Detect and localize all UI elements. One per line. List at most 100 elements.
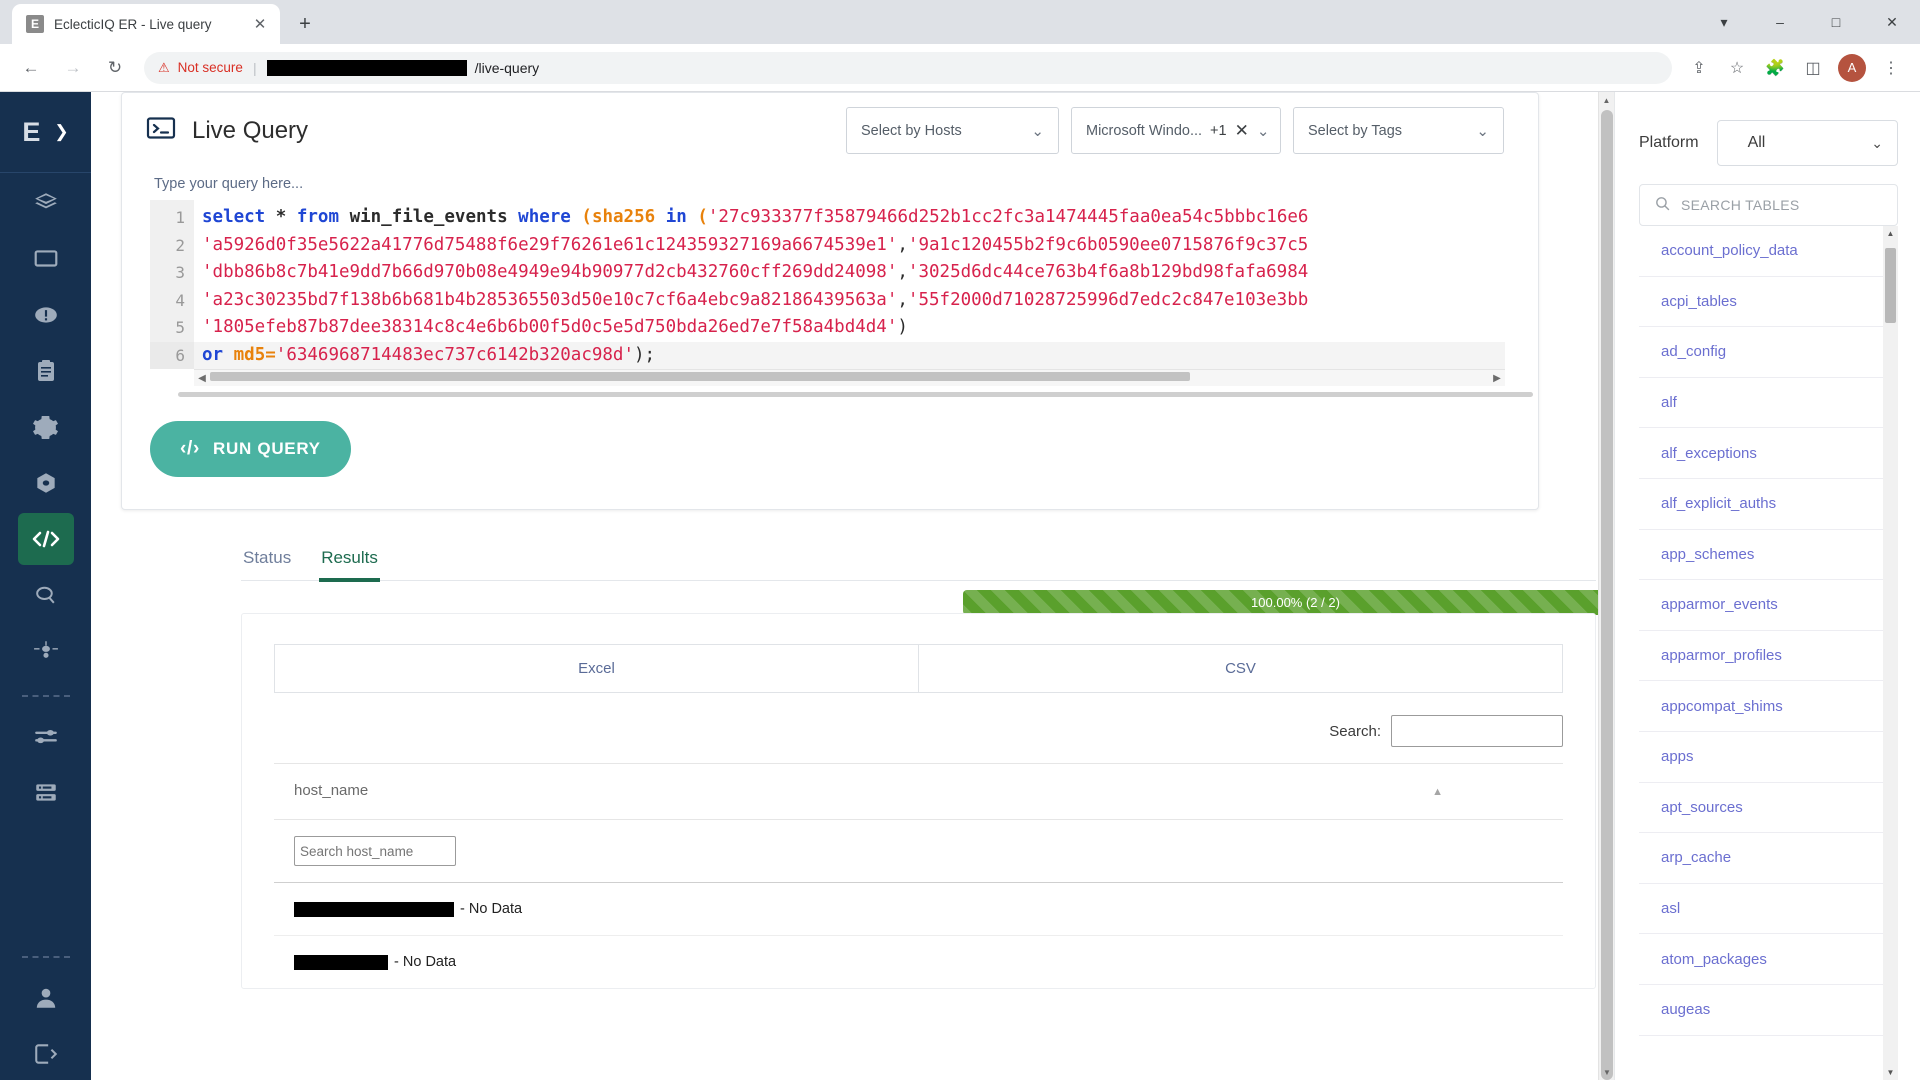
live-query-panel: Live Query Select by Hosts ⌄ Microsoft W…: [121, 92, 1539, 510]
results-search-input[interactable]: [1391, 715, 1563, 747]
chevron-down-icon[interactable]: ⌄: [1257, 122, 1270, 140]
sidebar-item-settings[interactable]: [18, 401, 74, 453]
redacted-host-name: [294, 955, 388, 970]
run-query-button[interactable]: ‹/› RUN QUERY: [150, 421, 351, 477]
sidebar-item-logout[interactable]: [18, 1028, 74, 1080]
query-code[interactable]: select * from win_file_events where (sha…: [194, 200, 1505, 369]
table-body: - No Data - No Data: [274, 883, 1563, 989]
sidebar-item-search[interactable]: [18, 569, 74, 621]
tab-results[interactable]: Results: [319, 540, 380, 580]
table-list-item[interactable]: apps: [1639, 732, 1898, 783]
sidebar-item-nodes[interactable]: [18, 625, 74, 677]
column-header-host-name[interactable]: host_name ▲: [274, 764, 1563, 820]
scroll-down-icon[interactable]: ▼: [1599, 1064, 1614, 1080]
table-list-item[interactable]: apt_sources: [1639, 783, 1898, 834]
sidebar-item-tasks[interactable]: [18, 345, 74, 397]
content-scroll-thumb[interactable]: [1601, 110, 1613, 1080]
results-search-label: Search:: [1329, 723, 1381, 740]
reload-icon[interactable]: ↻: [99, 52, 131, 84]
content-scrollbar[interactable]: ▲ ▼: [1598, 92, 1614, 1080]
extensions-puzzle-icon[interactable]: 🧩: [1759, 52, 1791, 84]
close-window-button[interactable]: ✕: [1864, 0, 1920, 44]
sidebar-item-endpoints[interactable]: [18, 233, 74, 285]
profile-avatar[interactable]: A: [1838, 54, 1866, 82]
filter-cell: [274, 820, 1563, 883]
address-bar[interactable]: ⚠ Not secure | /live-query: [144, 52, 1672, 84]
table-list-item[interactable]: augeas: [1639, 985, 1898, 1036]
page-title-text: Live Query: [192, 117, 308, 145]
scroll-up-icon[interactable]: ▲: [1599, 92, 1614, 108]
table-list-item[interactable]: atom_packages: [1639, 934, 1898, 985]
logo-letter: E: [22, 117, 40, 148]
sidebar-item-filters[interactable]: [18, 711, 74, 763]
select-by-tags[interactable]: Select by Tags ⌄: [1293, 107, 1504, 154]
chevron-down-icon[interactable]: ▾: [1696, 0, 1752, 44]
minimize-button[interactable]: –: [1752, 0, 1808, 44]
rail-divider-2: [22, 956, 70, 958]
tables-list-scrollbar[interactable]: ▲ ▼: [1883, 226, 1898, 1080]
export-excel-button[interactable]: Excel: [275, 645, 918, 692]
query-editor-wrap: Type your query here... 123456 select * …: [122, 164, 1538, 405]
app-logo[interactable]: E ❯: [0, 92, 91, 173]
expand-rail-icon[interactable]: ❯: [54, 122, 68, 142]
tab-status[interactable]: Status: [241, 540, 293, 580]
host-name-filter-input[interactable]: [294, 836, 456, 866]
table-list-item[interactable]: acpi_tables: [1639, 277, 1898, 328]
close-tab-icon[interactable]: ✕: [250, 14, 270, 34]
panel-header: Live Query Select by Hosts ⌄ Microsoft W…: [122, 93, 1538, 164]
table-list-item[interactable]: account_policy_data: [1639, 226, 1898, 277]
table-list-item[interactable]: asl: [1639, 884, 1898, 935]
browser-tab[interactable]: E EclecticIQ ER - Live query ✕: [12, 4, 280, 44]
sidebar-item-packs[interactable]: [18, 457, 74, 509]
rail-divider-1: [22, 695, 70, 697]
chevron-down-icon[interactable]: ⌄: [1871, 135, 1883, 152]
table-list-item[interactable]: ad_config: [1639, 327, 1898, 378]
sidepanel-icon[interactable]: ◫: [1797, 52, 1829, 84]
query-editor[interactable]: 123456 select * from win_file_events whe…: [150, 200, 1505, 369]
sidebar-item-live-query[interactable]: [18, 513, 74, 565]
new-tab-button[interactable]: +: [290, 9, 320, 39]
back-icon[interactable]: ←: [15, 52, 47, 84]
clear-platform-icon[interactable]: ✕: [1235, 121, 1249, 141]
editor-horizontal-scrollbar[interactable]: ◀ ▶: [194, 369, 1505, 386]
table-list-item[interactable]: arp_cache: [1639, 833, 1898, 884]
sidebar-item-account[interactable]: [18, 972, 74, 1024]
sidebar-item-dashboard[interactable]: [18, 177, 74, 229]
share-icon[interactable]: ⇪: [1683, 52, 1715, 84]
tables-scroll-thumb[interactable]: [1885, 248, 1896, 323]
maximize-button[interactable]: □: [1808, 0, 1864, 44]
sidebar-item-servers[interactable]: [18, 767, 74, 819]
scroll-down-icon[interactable]: ▼: [1883, 1065, 1898, 1080]
table-list-item[interactable]: appcompat_shims: [1639, 681, 1898, 732]
chevron-down-icon[interactable]: ⌄: [1031, 122, 1044, 140]
code-line: 'dbb86b8c7b41e9dd7b66d970b08e4949e94b909…: [194, 259, 1505, 287]
platform-select[interactable]: All ⌄: [1717, 120, 1898, 166]
select-by-platform[interactable]: Microsoft Windo... +1 ✕ ⌄: [1071, 107, 1281, 154]
table-list-item[interactable]: alf_explicit_auths: [1639, 479, 1898, 530]
sidebar-item-alerts[interactable]: [18, 289, 74, 341]
table-list-item[interactable]: alf: [1639, 378, 1898, 429]
select-by-hosts[interactable]: Select by Hosts ⌄: [846, 107, 1059, 154]
scroll-left-icon[interactable]: ◀: [194, 373, 210, 384]
sort-asc-icon[interactable]: ▲: [1432, 786, 1443, 798]
chevron-down-icon[interactable]: ⌄: [1476, 122, 1489, 140]
scroll-right-icon[interactable]: ▶: [1489, 373, 1505, 384]
line-number: 6: [150, 342, 194, 370]
table-list-item[interactable]: apparmor_events: [1639, 580, 1898, 631]
table-list-item[interactable]: apparmor_profiles: [1639, 631, 1898, 682]
export-csv-button[interactable]: CSV: [918, 645, 1562, 692]
left-nav-rail: E ❯: [0, 92, 91, 1080]
scroll-up-icon[interactable]: ▲: [1883, 226, 1898, 241]
line-number: 4: [150, 287, 194, 315]
table-list-item[interactable]: app_schemes: [1639, 530, 1898, 581]
scroll-thumb[interactable]: [210, 372, 1190, 381]
bookmark-star-icon[interactable]: ☆: [1721, 52, 1753, 84]
table-row[interactable]: - No Data: [274, 883, 1563, 936]
table-row[interactable]: - No Data: [274, 936, 1563, 989]
forward-icon[interactable]: →: [57, 52, 89, 84]
menu-kebab-icon[interactable]: ⋮: [1875, 52, 1907, 84]
editor-resize-bar[interactable]: [178, 392, 1533, 397]
table-list-item[interactable]: alf_exceptions: [1639, 428, 1898, 479]
host-name-cell: - No Data: [274, 936, 1563, 989]
search-tables-field[interactable]: SEARCH TABLES: [1639, 184, 1898, 226]
